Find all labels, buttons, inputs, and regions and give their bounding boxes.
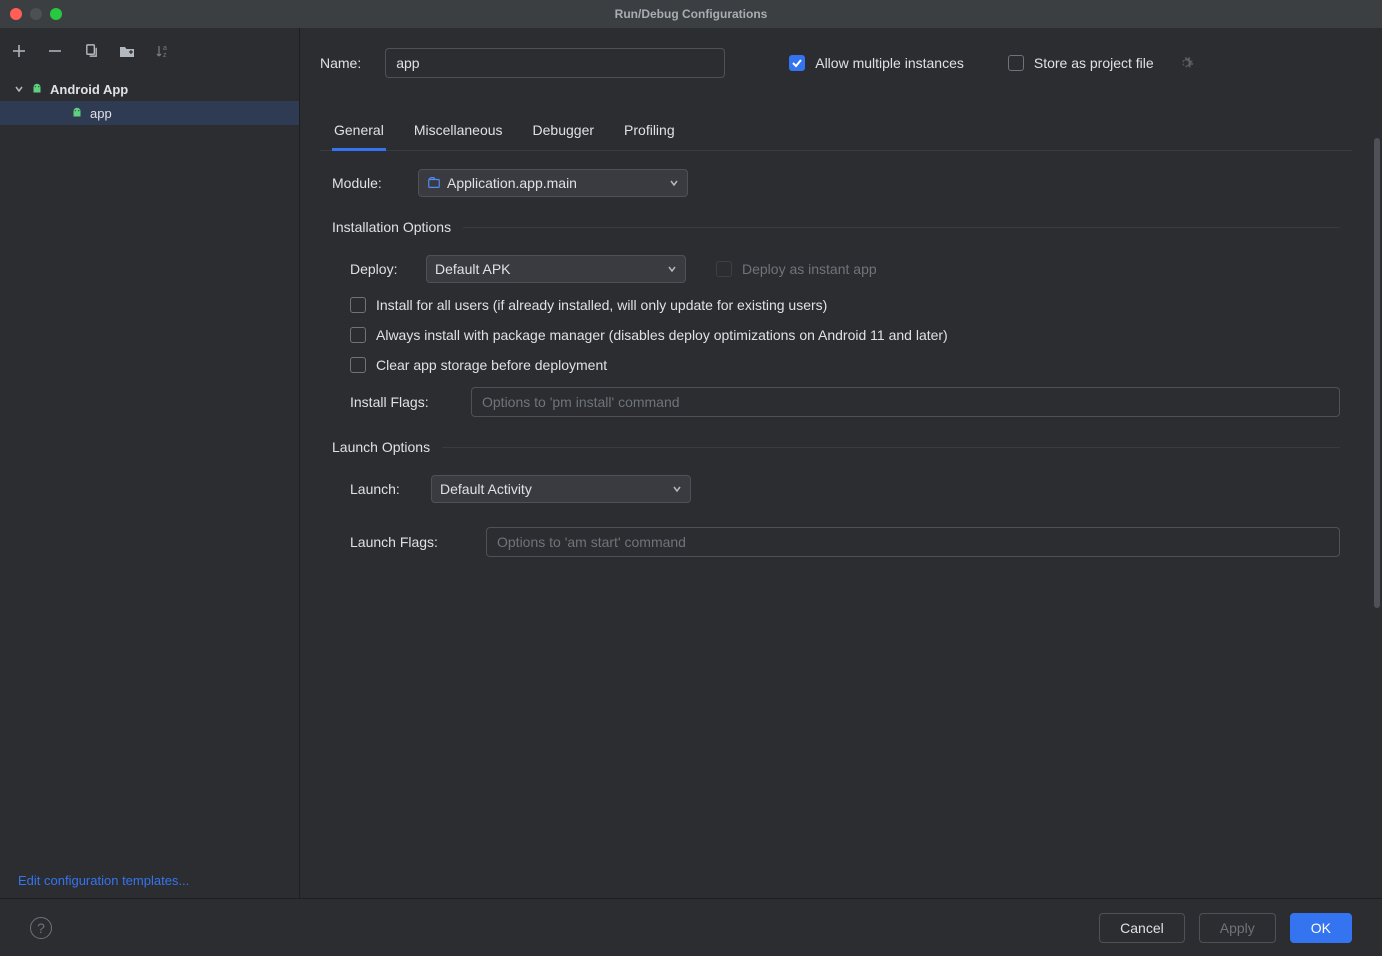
sort-icon[interactable]: az: [154, 42, 172, 60]
checkbox-icon: [350, 357, 366, 373]
sidebar-toolbar: az: [0, 28, 299, 73]
tab-profiling[interactable]: Profiling: [622, 114, 677, 151]
module-value: Application.app.main: [447, 175, 577, 191]
deploy-instant-label: Deploy as instant app: [742, 261, 877, 277]
allow-multiple-label: Allow multiple instances: [815, 55, 964, 71]
ok-button[interactable]: OK: [1290, 913, 1352, 943]
folder-icon[interactable]: [118, 42, 136, 60]
chevron-down-icon: [14, 84, 24, 94]
svg-text:z: z: [163, 52, 167, 59]
clear-storage-label: Clear app storage before deployment: [376, 357, 607, 373]
tree-item-label: app: [90, 106, 112, 121]
minimize-window-icon: [30, 8, 42, 20]
cancel-button[interactable]: Cancel: [1099, 913, 1185, 943]
launch-legend: Launch Options: [332, 439, 1340, 455]
footer: ? Cancel Apply OK: [0, 898, 1382, 956]
install-flags-label: Install Flags:: [350, 394, 455, 410]
tree-category-android-app[interactable]: Android App: [0, 77, 299, 101]
deploy-label: Deploy:: [350, 261, 410, 277]
deploy-value: Default APK: [435, 261, 511, 277]
launch-value: Default Activity: [440, 481, 532, 497]
tab-general[interactable]: General: [332, 114, 386, 151]
copy-icon[interactable]: [82, 42, 100, 60]
apply-button: Apply: [1199, 913, 1276, 943]
always-pm-checkbox[interactable]: Always install with package manager (dis…: [350, 327, 1340, 343]
launch-label: Launch:: [350, 481, 415, 497]
help-icon[interactable]: ?: [30, 917, 52, 939]
sidebar: az Android App app Edit configurat: [0, 28, 300, 898]
add-icon[interactable]: [10, 42, 28, 60]
name-label: Name:: [320, 55, 361, 71]
launch-flags-label: Launch Flags:: [350, 534, 470, 550]
allow-multiple-checkbox[interactable]: Allow multiple instances: [789, 55, 964, 71]
module-select[interactable]: Application.app.main: [418, 169, 688, 197]
deploy-select[interactable]: Default APK: [426, 255, 686, 283]
titlebar: Run/Debug Configurations: [0, 0, 1382, 28]
remove-icon[interactable]: [46, 42, 64, 60]
checkbox-checked-icon: [789, 55, 805, 71]
checkbox-icon: [350, 327, 366, 343]
installation-legend: Installation Options: [332, 219, 1340, 235]
svg-text:a: a: [163, 45, 167, 52]
always-pm-label: Always install with package manager (dis…: [376, 327, 948, 343]
install-all-users-label: Install for all users (if already instal…: [376, 297, 827, 313]
config-tree: Android App app: [0, 73, 299, 863]
deploy-instant-checkbox: Deploy as instant app: [716, 261, 877, 277]
checkbox-icon: [716, 261, 732, 277]
content: Name: Allow multiple instances Store as …: [300, 28, 1382, 898]
edit-templates-link[interactable]: Edit configuration templates...: [18, 873, 189, 888]
chevron-down-icon: [672, 484, 682, 494]
close-window-icon[interactable]: [10, 8, 22, 20]
window-title: Run/Debug Configurations: [615, 7, 768, 21]
launch-select[interactable]: Default Activity: [431, 475, 691, 503]
module-label: Module:: [332, 175, 402, 191]
store-project-label: Store as project file: [1034, 55, 1154, 71]
tree-item-app[interactable]: app: [0, 101, 299, 125]
install-all-users-checkbox[interactable]: Install for all users (if already instal…: [350, 297, 1340, 313]
tabs: General Miscellaneous Debugger Profiling: [320, 114, 1352, 151]
tab-debugger[interactable]: Debugger: [531, 114, 597, 151]
tree-category-label: Android App: [50, 82, 128, 97]
name-input[interactable]: [385, 48, 725, 78]
checkbox-icon: [350, 297, 366, 313]
checkbox-icon: [1008, 55, 1024, 71]
scrollbar[interactable]: [1374, 138, 1380, 608]
clear-storage-checkbox[interactable]: Clear app storage before deployment: [350, 357, 1340, 373]
window-controls: [0, 8, 62, 20]
chevron-down-icon: [669, 178, 679, 188]
store-project-checkbox[interactable]: Store as project file: [1008, 55, 1154, 71]
install-flags-input[interactable]: [471, 387, 1340, 417]
module-icon: [427, 176, 441, 190]
launch-flags-input[interactable]: [486, 527, 1340, 557]
gear-icon[interactable]: [1178, 55, 1194, 71]
android-icon: [30, 82, 44, 96]
tab-miscellaneous[interactable]: Miscellaneous: [412, 114, 505, 151]
android-icon: [70, 106, 84, 120]
zoom-window-icon[interactable]: [50, 8, 62, 20]
chevron-down-icon: [667, 264, 677, 274]
